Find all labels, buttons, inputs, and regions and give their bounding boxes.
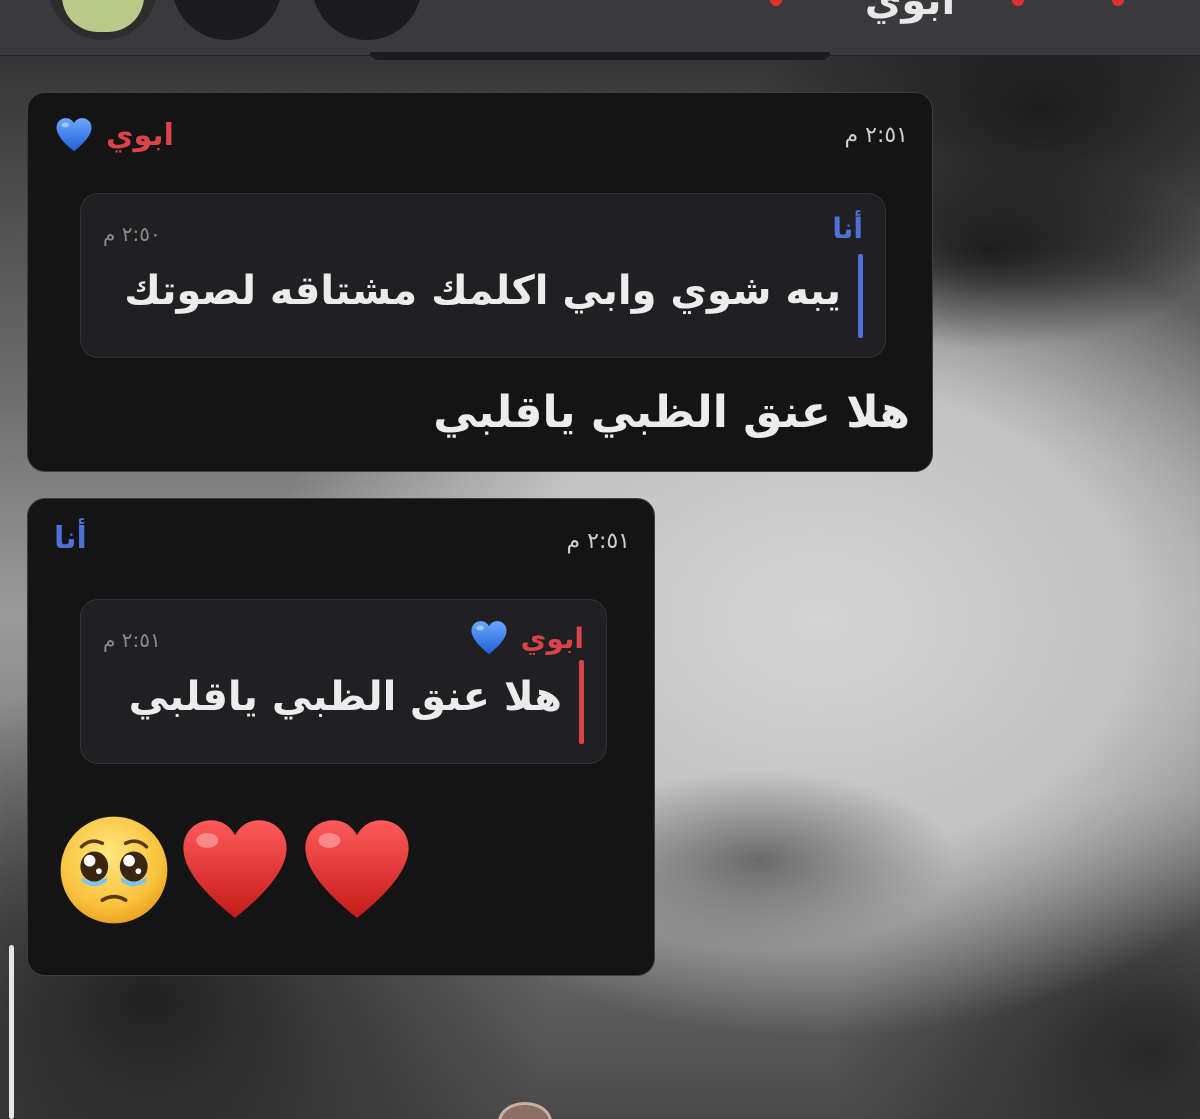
- scrollbar[interactable]: [9, 945, 14, 1119]
- chat-header: ابوي: [0, 0, 1200, 56]
- message-sender: أنا: [54, 521, 87, 556]
- red-heart-icon: [305, 820, 409, 918]
- quoted-sender: ابوي: [469, 618, 584, 658]
- header-button-circle[interactable]: [312, 0, 422, 40]
- reply-quote[interactable]: ابوي ٢:٥١ م هلا عنق الظبي ياقلبي: [80, 599, 607, 764]
- contact-avatar[interactable]: [48, 0, 158, 40]
- quoted-sender-name: أنا: [832, 212, 863, 245]
- blue-heart-icon: [471, 621, 507, 655]
- quoted-time: ٢:٥١ م: [103, 628, 161, 652]
- header-button-circle[interactable]: [172, 0, 282, 40]
- quoted-sender-name: ابوي: [520, 621, 584, 655]
- header-overlay-edge: [370, 52, 830, 60]
- message-card[interactable]: أنا ٢:٥١ م ابوي ٢:٥١ م هلا عنق الظبي ياق…: [27, 498, 655, 976]
- quoted-sender: أنا: [832, 212, 863, 245]
- pleading-face-icon: [60, 816, 168, 924]
- red-heart-icon: [183, 820, 287, 918]
- sender-name: أنا: [54, 521, 87, 556]
- quoted-text: هلا عنق الظبي ياقلبي: [128, 674, 562, 720]
- quoted-text: يبه شوي وابي اكلمك مشتاقه لصوتك: [124, 268, 841, 314]
- bottom-avatar-peek: [498, 1102, 552, 1119]
- quoted-time: ٢:٥٠ م: [103, 222, 161, 246]
- reply-quote[interactable]: أنا ٢:٥٠ م يبه شوي وابي اكلمك مشتاقه لصو…: [80, 193, 886, 358]
- sender-name: ابوي: [106, 117, 174, 153]
- message-card[interactable]: ابوي ٢:٥١ م أنا ٢:٥٠ م يبه شوي وابي اكلم…: [27, 92, 933, 472]
- quote-accent-bar: [858, 254, 863, 338]
- message-time: ٢:٥١ م: [566, 529, 631, 554]
- title-heart-fragment: [1112, 0, 1124, 6]
- blue-heart-icon: [56, 118, 92, 152]
- quote-accent-bar: [579, 660, 584, 744]
- message-sender: ابوي: [54, 115, 174, 155]
- message-text: هلا عنق الظبي ياقلبي: [433, 387, 910, 438]
- message-time: ٢:٥١ م: [844, 123, 909, 148]
- emoji-message: [56, 811, 416, 929]
